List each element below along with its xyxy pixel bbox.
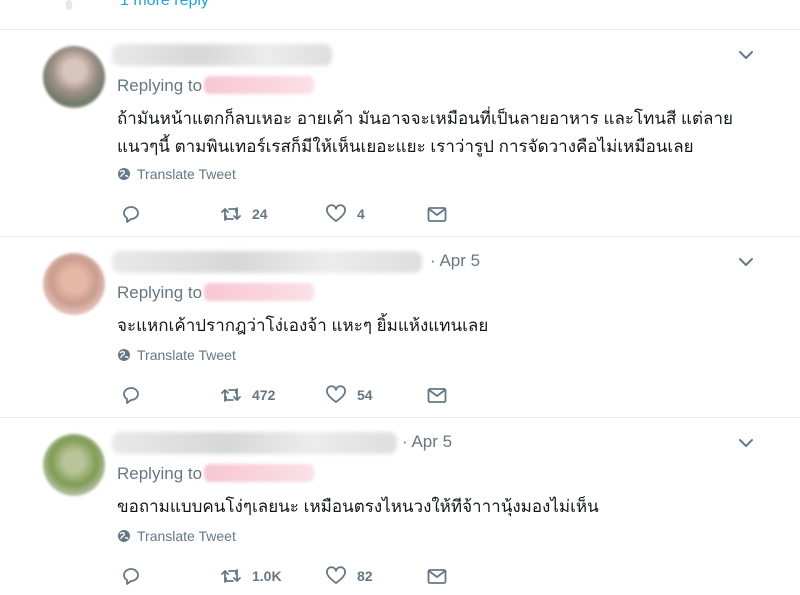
translate-label: Translate Tweet xyxy=(137,347,236,363)
tweet-text: จะแหกเค้าปรากฎว่าโง่เองจ้า แหะๆ ยิ้มแห้ง… xyxy=(117,316,489,335)
retweet-button[interactable]: 1.0K xyxy=(220,565,282,587)
heart-icon xyxy=(326,566,346,584)
more-replies-link[interactable]: 1 more reply xyxy=(120,0,209,10)
tweet-date[interactable]: · Apr 5 xyxy=(402,432,452,452)
tweet-actions: 472 54 xyxy=(120,384,460,408)
reply-button[interactable] xyxy=(120,565,142,587)
retweet-icon xyxy=(221,207,241,221)
globe-icon xyxy=(118,530,130,542)
chevron-down-icon[interactable] xyxy=(737,434,755,452)
reply-tweet[interactable]: Replying to ถ้ามันหน้าแตกก็ลบเหอะ อายเค้… xyxy=(0,29,800,237)
retweet-icon xyxy=(221,569,241,583)
replying-to-label: Replying to xyxy=(117,76,203,95)
tweet-date[interactable]: · Apr 5 xyxy=(430,251,480,271)
translate-tweet-link[interactable]: Translate Tweet xyxy=(117,166,236,182)
reply-button[interactable] xyxy=(120,384,142,406)
reply-target-blurred[interactable] xyxy=(204,464,315,482)
like-count: 82 xyxy=(357,568,373,584)
retweet-count: 1.0K xyxy=(252,568,282,584)
reply-icon xyxy=(123,387,139,404)
envelope-icon xyxy=(427,388,447,403)
tweet-text: ขอถามแบบคนโง่ๆเลยนะ เหมือนตรงไหนวงให้ทีจ… xyxy=(117,497,599,516)
like-button[interactable]: 4 xyxy=(325,203,365,225)
retweet-icon xyxy=(221,388,241,402)
heart-icon xyxy=(326,385,346,403)
reply-icon xyxy=(123,206,139,223)
replying-to-label: Replying to xyxy=(117,464,203,483)
like-count: 54 xyxy=(357,387,373,403)
like-button[interactable]: 54 xyxy=(325,384,373,406)
replying-to: Replying to xyxy=(117,76,315,96)
author-name-blurred[interactable] xyxy=(112,44,332,66)
reply-button[interactable] xyxy=(120,203,142,225)
heart-icon xyxy=(326,204,346,222)
translate-tweet-link[interactable]: Translate Tweet xyxy=(117,528,236,544)
translate-label: Translate Tweet xyxy=(137,528,236,544)
direct-message-button[interactable] xyxy=(426,384,448,406)
author-name-blurred[interactable] xyxy=(112,251,422,273)
avatar[interactable] xyxy=(43,46,105,108)
avatar[interactable] xyxy=(43,253,105,315)
reply-target-blurred[interactable] xyxy=(204,283,315,301)
envelope-icon xyxy=(427,569,447,584)
reply-icon xyxy=(123,568,139,585)
like-button[interactable]: 82 xyxy=(325,565,373,587)
translate-tweet-link[interactable]: Translate Tweet xyxy=(117,347,236,363)
retweet-count: 472 xyxy=(252,387,276,403)
translate-label: Translate Tweet xyxy=(137,166,236,182)
like-count: 4 xyxy=(357,206,365,222)
tweet-text: ถ้ามันหน้าแตกก็ลบเหอะ อายเค้า มันอาจจะเห… xyxy=(117,109,733,156)
retweet-button[interactable]: 24 xyxy=(220,203,268,225)
reply-tweet[interactable]: · Apr 5 Replying to ขอถามแบบคนโง่ๆเลยนะ … xyxy=(0,417,800,595)
tweet-actions: 1.0K 82 xyxy=(120,565,460,589)
thread-line xyxy=(66,0,72,10)
replying-to-label: Replying to xyxy=(117,283,203,302)
globe-icon xyxy=(118,349,130,361)
avatar[interactable] xyxy=(43,434,105,496)
author-name-blurred[interactable] xyxy=(112,432,397,454)
replying-to: Replying to xyxy=(117,283,315,303)
globe-icon xyxy=(118,168,130,180)
direct-message-button[interactable] xyxy=(426,203,448,225)
direct-message-button[interactable] xyxy=(426,565,448,587)
envelope-icon xyxy=(427,207,447,222)
reply-tweet[interactable]: · Apr 5 Replying to จะแหกเค้าปรากฎว่าโง่… xyxy=(0,236,800,418)
tweet-actions: 24 4 xyxy=(120,203,460,227)
retweet-button[interactable]: 472 xyxy=(220,384,275,406)
reply-target-blurred[interactable] xyxy=(204,76,315,94)
chevron-down-icon[interactable] xyxy=(737,46,755,64)
replying-to: Replying to xyxy=(117,464,315,484)
retweet-count: 24 xyxy=(252,206,268,222)
previous-thread-strip: 1 more reply xyxy=(0,0,800,28)
chevron-down-icon[interactable] xyxy=(737,253,755,271)
